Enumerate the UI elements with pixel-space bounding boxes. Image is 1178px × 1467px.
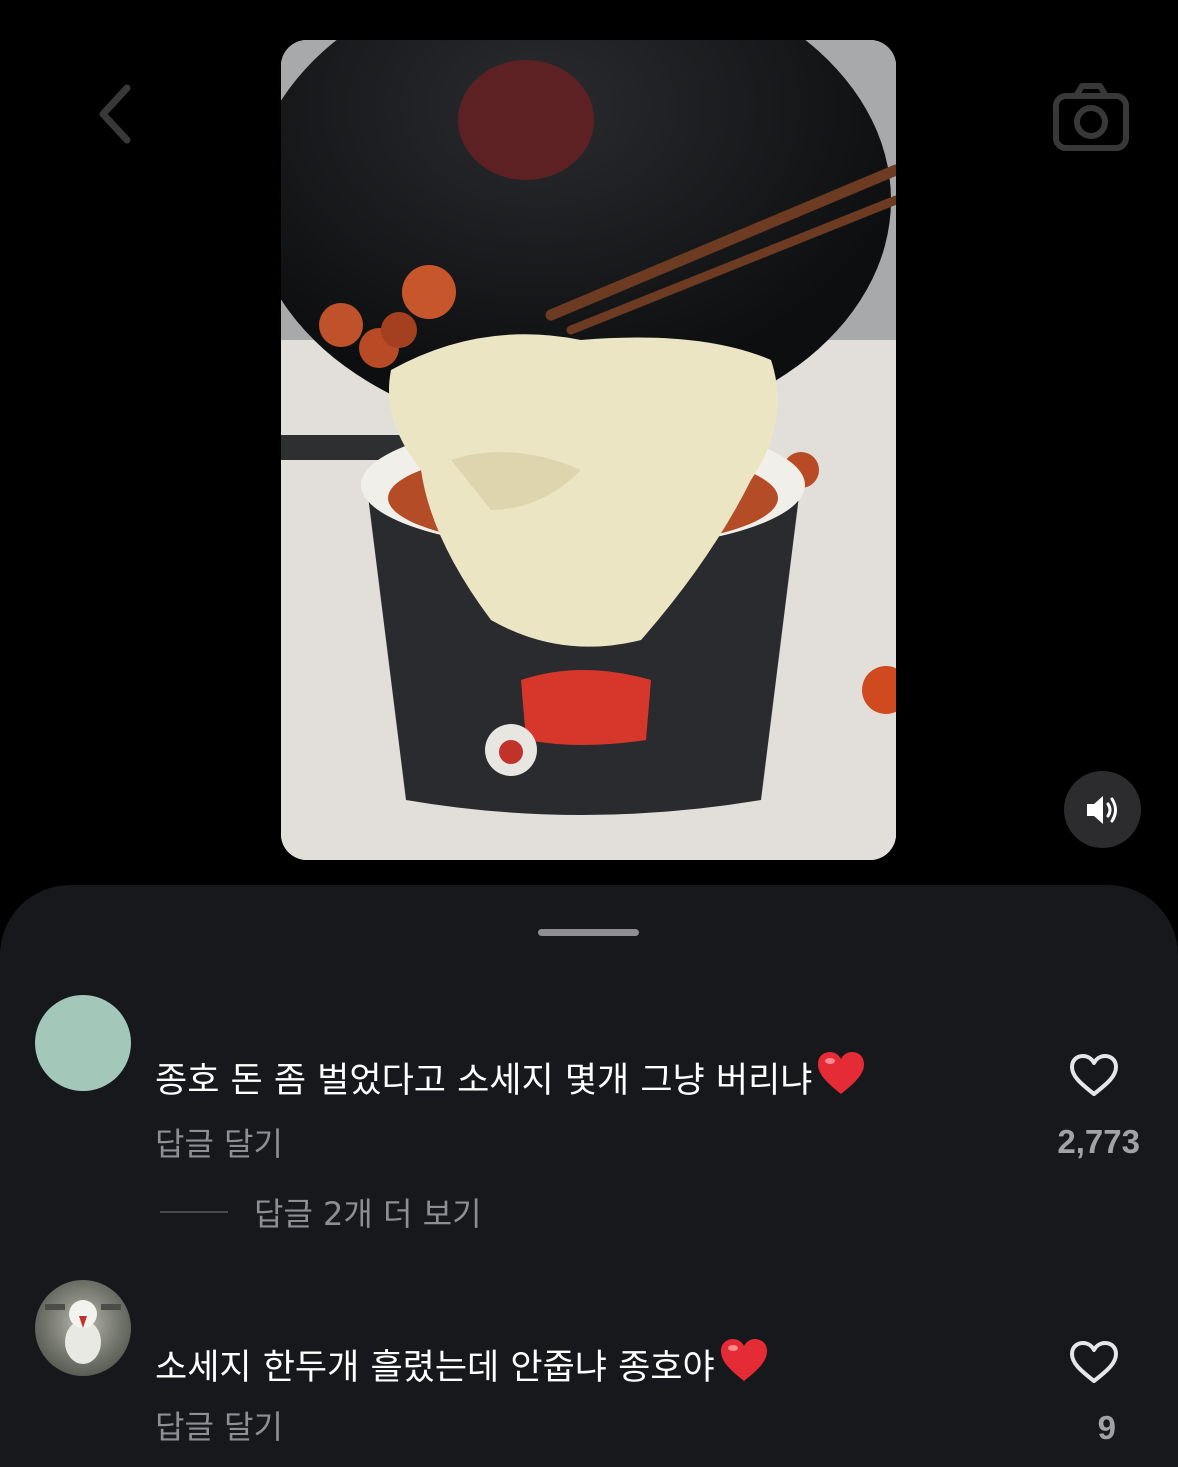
comment-text-content: 종호 돈 좀 벌었다고 소세지 몇개 그냥 버리냐 [155,1061,813,1101]
red-heart-emoji-icon [816,1050,866,1105]
video-player[interactable] [281,40,896,860]
camera-icon[interactable] [1052,82,1130,152]
avatar[interactable] [35,995,131,1091]
video-frame-image [281,40,896,860]
comments-sheet: 종호 돈 좀 벌었다고 소세지 몇개 그냥 버리냐 답글 달기 2,773 답글… [0,885,1178,1467]
view-more-replies-button[interactable]: 답글 2개 더 보기 [160,1189,482,1235]
avatar[interactable] [35,1280,131,1376]
speaker-icon [1086,795,1117,824]
comment-text: 종호 돈 좀 벌었다고 소세지 몇개 그냥 버리냐 [155,1050,866,1105]
comment-text-content: 소세지 한두개 흘렸는데 안줍냐 종호야 [155,1348,715,1388]
like-count: 9 [1097,1409,1116,1446]
like-count: 2,773 [1057,1123,1140,1160]
screen: 종호 돈 좀 벌었다고 소세지 몇개 그냥 버리냐 답글 달기 2,773 답글… [0,0,1178,1467]
chevron-left-icon[interactable] [95,84,135,144]
replies-divider [160,1211,228,1213]
view-more-replies-label: 답글 2개 더 보기 [254,1195,482,1233]
reply-button[interactable]: 답글 달기 [155,1402,283,1448]
comment-text: 소세지 한두개 흘렸는데 안줍냐 종호야 [155,1337,769,1392]
red-heart-emoji-icon [719,1337,769,1392]
reply-button[interactable]: 답글 달기 [155,1119,283,1165]
bird-avatar-image [45,1300,121,1364]
sound-toggle-button[interactable] [1064,771,1141,848]
heart-outline-icon[interactable] [1069,1053,1119,1098]
heart-outline-icon[interactable] [1069,1340,1119,1385]
sheet-grabber-handle[interactable] [538,929,639,936]
